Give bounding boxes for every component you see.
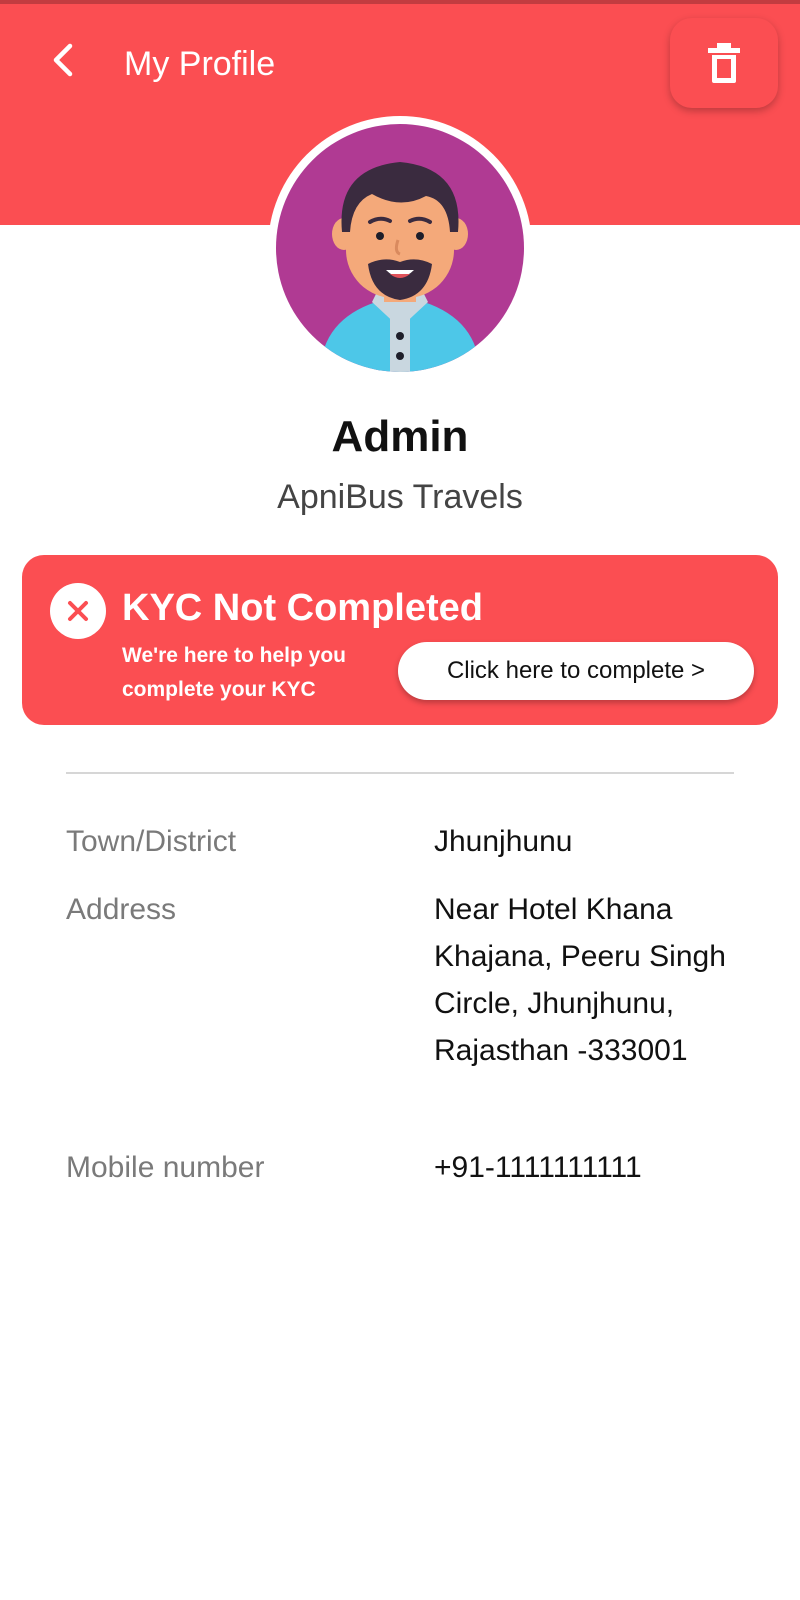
trash-icon [708, 43, 740, 83]
delete-button[interactable] [670, 18, 778, 108]
page-title: My Profile [124, 45, 276, 83]
kyc-subtitle: We're here to help you complete your KYC [122, 644, 346, 701]
chevron-left-icon [53, 43, 73, 77]
address-value: Near Hotel Khana Khajana, Peeru Singh Ci… [434, 893, 726, 1067]
kyc-title: KYC Not Completed [122, 587, 483, 629]
avatar-frame [268, 116, 532, 380]
kyc-status-card: KYC Not Completed We're here to help you… [22, 555, 778, 725]
profile-name: Admin [331, 412, 469, 461]
back-button[interactable] [36, 32, 92, 88]
divider [66, 772, 734, 774]
company-name: ApniBus Travels [277, 478, 523, 516]
address-label: Address [66, 893, 177, 926]
mobile-label: Mobile number [66, 1151, 265, 1184]
town-value: Jhunjhunu [434, 825, 573, 858]
mobile-value: +91-1111111111 [434, 1151, 642, 1184]
town-label: Town/District [66, 825, 237, 858]
complete-kyc-button[interactable]: Click here to complete > [398, 642, 754, 700]
avatar[interactable] [276, 124, 524, 372]
close-circle-icon [50, 583, 106, 639]
user-avatar-illustration [320, 162, 480, 372]
